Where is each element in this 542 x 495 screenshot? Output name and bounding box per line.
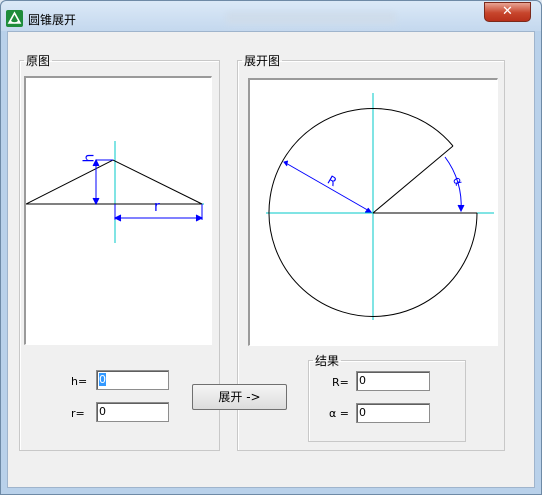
dim-r-label: r: [154, 199, 160, 215]
title-blur: [226, 12, 396, 24]
cone-app-icon: [6, 10, 23, 27]
result-label: 结果: [315, 354, 340, 368]
window-title: 圆锥展开: [28, 13, 77, 27]
dim-R-line: [283, 161, 372, 213]
sector-edge-top: [372, 145, 454, 214]
expand-button[interactable]: 展开 ->: [192, 384, 287, 410]
cone-profile: [26, 159, 203, 205]
alpha-result-field[interactable]: 0: [356, 403, 430, 423]
dim-h-label: h: [81, 153, 98, 163]
close-button[interactable]: ✕: [484, 2, 531, 22]
alpha-result-label: α =: [329, 407, 349, 420]
r-input[interactable]: 0: [96, 402, 169, 422]
R-result-label: R=: [332, 376, 349, 389]
r-label: r=: [71, 407, 85, 420]
h-label: h=: [71, 375, 88, 388]
app-window: 圆锥展开 ✕ 原图 h r 展开图 R α h= 0 r= 0 展开 -> 结果…: [0, 0, 542, 495]
h-input[interactable]: 0: [96, 370, 169, 390]
development-canvas: R α: [248, 78, 498, 346]
close-icon: ✕: [502, 4, 513, 19]
title-bar[interactable]: 圆锥展开 ✕: [1, 1, 541, 31]
original-figure-label: 原图: [26, 54, 51, 68]
development-label: 展开图: [244, 54, 281, 68]
original-figure-canvas: h r: [24, 76, 212, 345]
result-group: 结果: [308, 352, 466, 442]
R-result-field[interactable]: 0: [356, 371, 430, 391]
client-area: 原图 h r 展开图 R α h= 0 r= 0 展开 -> 结果 R= 0 α…: [7, 31, 535, 488]
